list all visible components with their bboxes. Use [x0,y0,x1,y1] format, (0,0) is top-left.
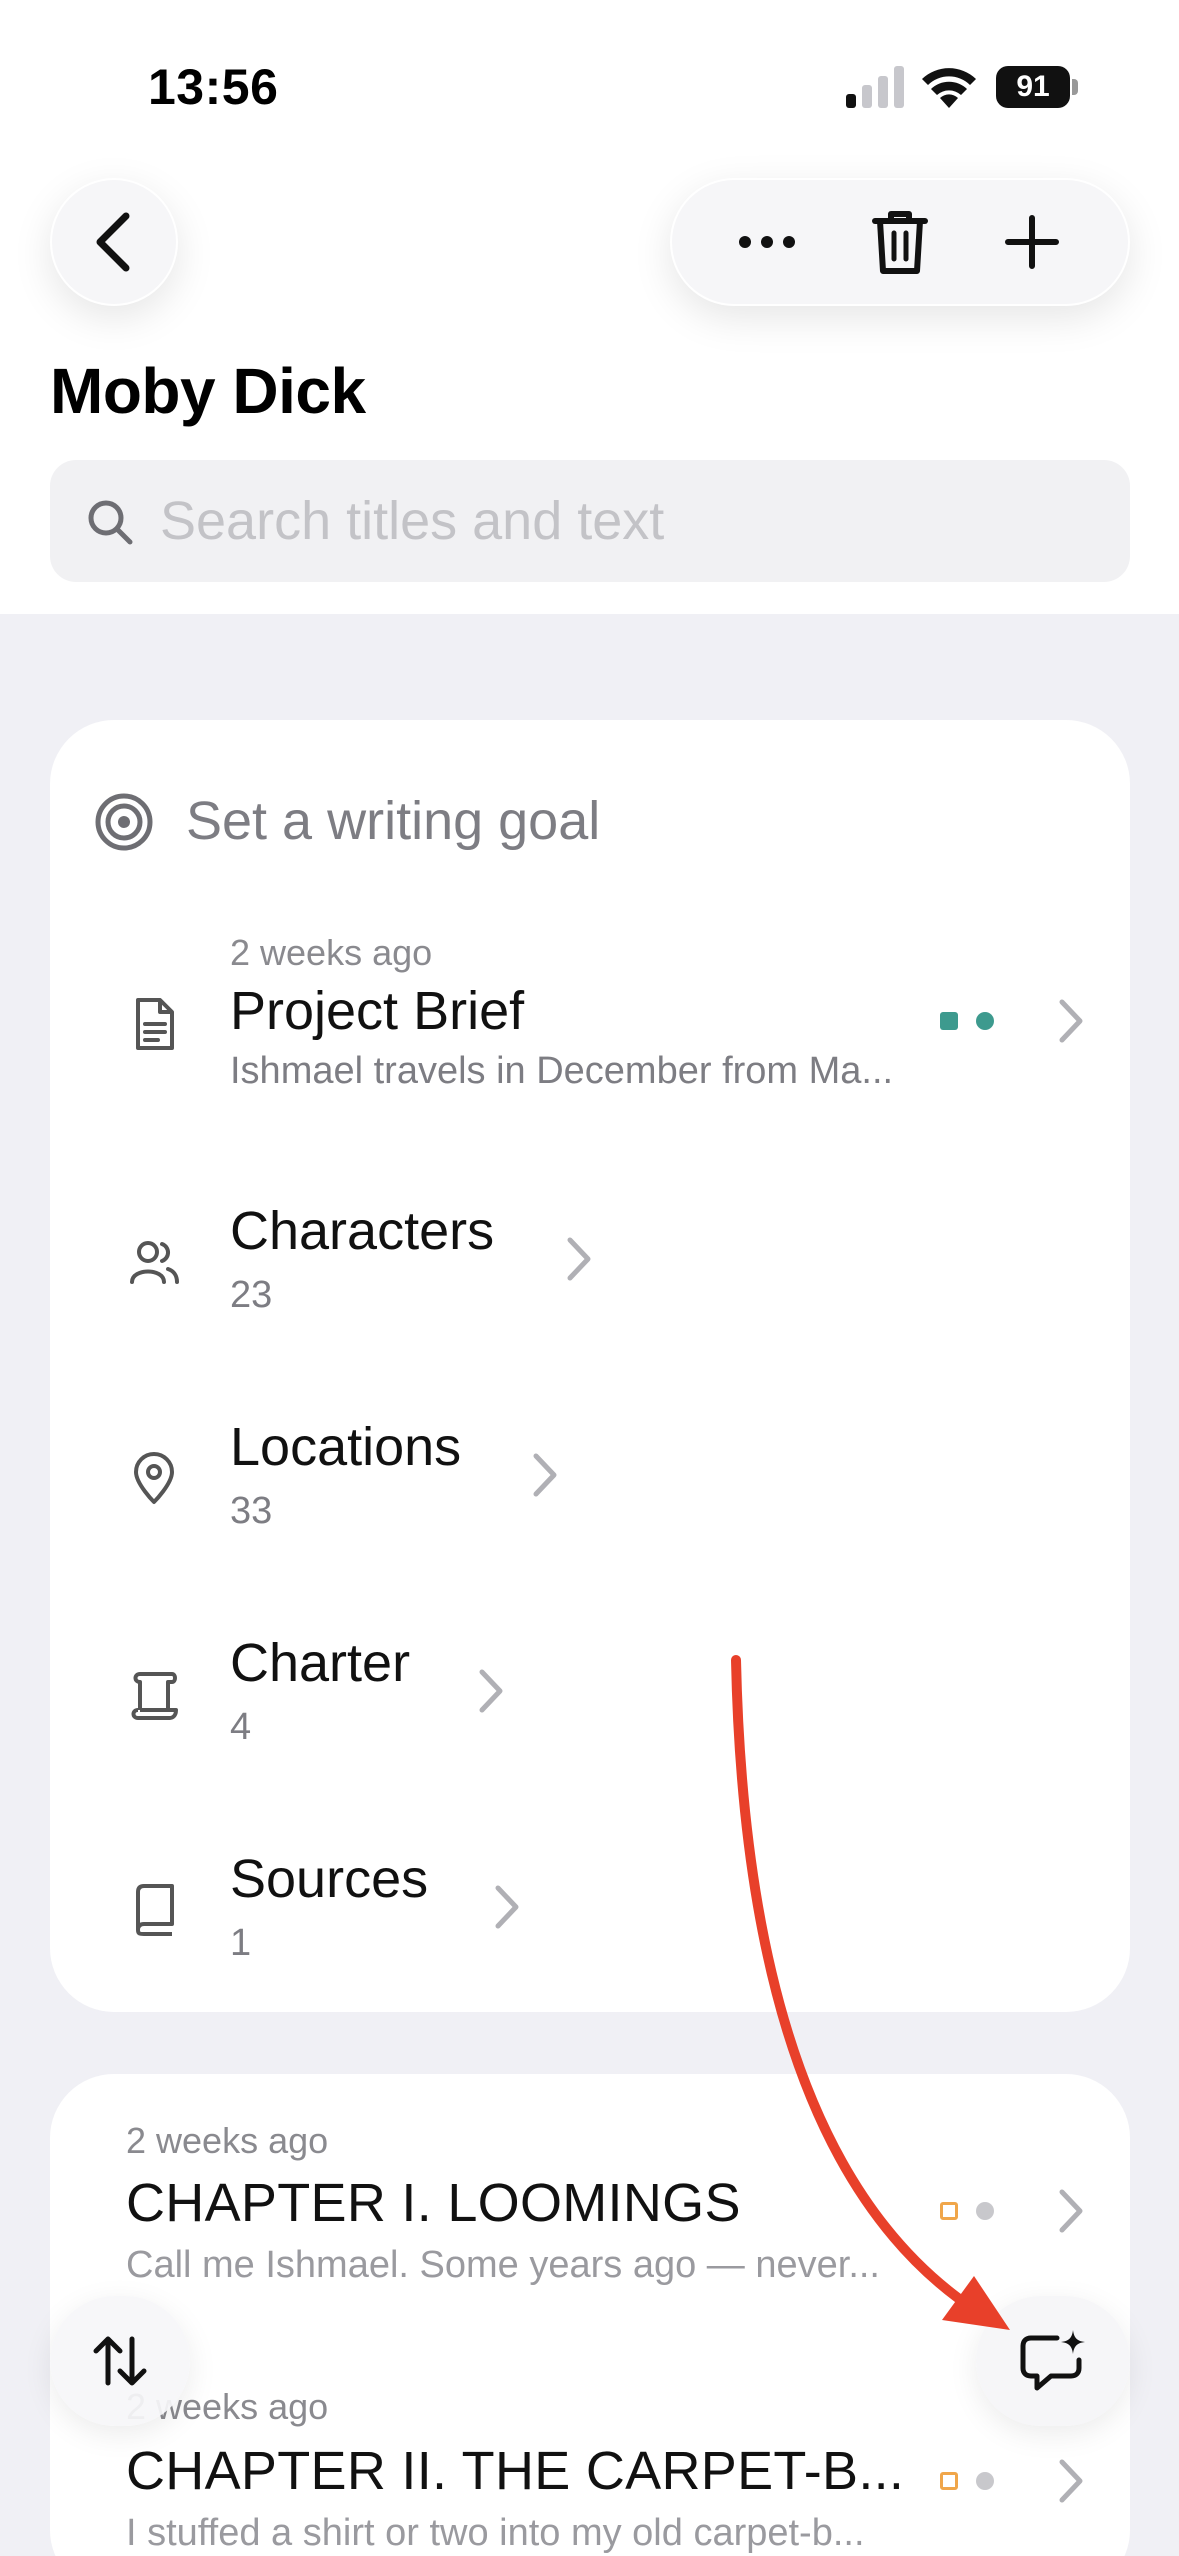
battery-level: 91 [996,66,1070,108]
chevron-right-icon [1059,2459,1083,2503]
locations-row[interactable]: Locations 33 [50,1406,1130,1566]
status-time: 13:56 [148,59,279,115]
writing-goal-row[interactable]: Set a writing goal [50,760,1130,880]
chapter-title: CHAPTER I. LOOMINGS [126,2173,741,2233]
page-title: Moby Dick [50,355,366,427]
cellular-signal-icon [846,66,904,108]
project-brief-date: 2 weeks ago [230,932,433,973]
search-bar[interactable] [50,460,1130,582]
chevron-right-icon [1059,999,1083,1043]
add-button[interactable] [962,178,1102,306]
project-brief-title: Project Brief [230,981,525,1041]
ai-chat-button[interactable] [976,2296,1130,2426]
search-input[interactable] [160,480,1100,562]
scroll-icon [131,1672,178,1720]
toolbar-actions [670,178,1130,306]
ellipsis-icon [739,236,795,248]
more-button[interactable] [697,178,837,306]
delete-button[interactable] [830,178,970,306]
charter-count: 4 [230,1706,252,1748]
charter-title: Charter [230,1633,411,1693]
status-tag-square [940,2472,958,2490]
chapters-card: 2 weeks ago CHAPTER I. LOOMINGS Call me … [50,2074,1130,2556]
status-tag-dot [976,1012,994,1030]
map-pin-icon [134,1452,174,1504]
battery-indicator: 91 [996,66,1078,108]
people-icon [130,1241,179,1284]
chapter-snippet: I stuffed a shirt or two into my old car… [126,2512,865,2554]
project-brief-row[interactable]: 2 weeks ago Project Brief Ishmael travel… [50,920,1130,1100]
chevron-right-icon [495,1885,519,1929]
target-icon [95,793,153,851]
chevron-left-icon [96,212,130,272]
writing-goal-label: Set a writing goal [186,791,601,851]
chevron-right-icon [479,1669,503,1713]
status-tag-square [940,2202,958,2220]
sources-title: Sources [230,1849,429,1909]
search-icon [88,500,133,545]
book-icon [136,1884,174,1936]
charter-row[interactable]: Charter 4 [50,1622,1130,1782]
document-icon [136,998,174,1050]
project-brief-snippet: Ishmael travels in December from Ma... [230,1050,894,1092]
chapter-snippet: Call me Ishmael. Some years ago — never.… [126,2244,880,2286]
sources-count: 1 [230,1922,252,1964]
ai-chat-icon [1020,2330,1085,2391]
trash-icon [872,211,928,274]
locations-count: 33 [230,1490,273,1532]
back-button[interactable] [50,178,178,306]
battery-cap [1072,79,1078,95]
characters-count: 23 [230,1274,273,1316]
chevron-right-icon [533,1453,557,1497]
characters-title: Characters [230,1201,495,1261]
status-tag-dot [976,2472,994,2490]
chevron-right-icon [1059,2189,1083,2233]
chevron-right-icon [567,1237,591,1281]
status-tag-square [940,1012,958,1030]
characters-row[interactable]: Characters 23 [50,1190,1130,1350]
sources-row[interactable]: Sources 1 [50,1838,1130,1998]
sort-arrows-icon [93,2336,147,2386]
project-overview-card: Set a writing goal 2 weeks ago Project B… [50,720,1130,2012]
chapter-title: CHAPTER II. THE CARPET-B... [126,2441,905,2501]
locations-title: Locations [230,1417,462,1477]
plus-icon [1005,215,1059,269]
sort-button[interactable] [50,2296,190,2426]
status-tag-dot [976,2202,994,2220]
wifi-icon [922,68,976,108]
chapter-row[interactable]: 2 weeks ago CHAPTER II. THE CARPET-B... … [50,2344,1130,2556]
chapter-row[interactable]: 2 weeks ago CHAPTER I. LOOMINGS Call me … [50,2074,1130,2324]
chapter-date: 2 weeks ago [126,2120,329,2161]
